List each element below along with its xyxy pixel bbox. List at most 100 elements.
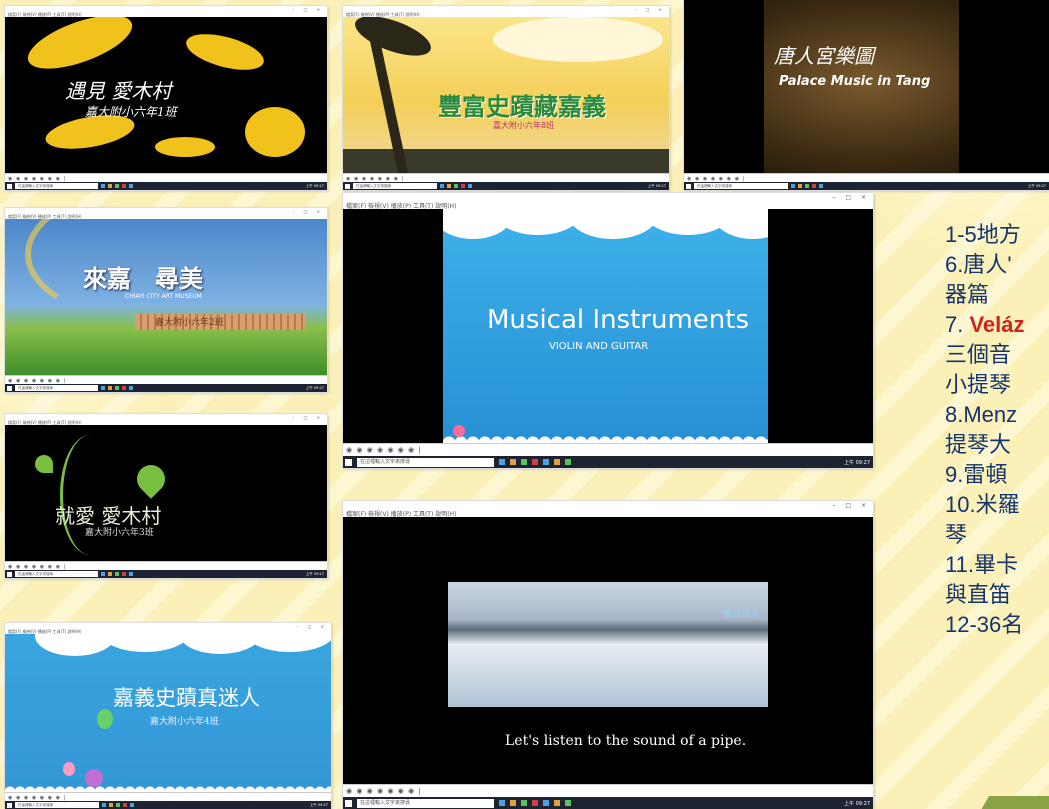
player-controls[interactable]: ◉ ◉ ◉ ◉ ◉ ◉ ◉ | xyxy=(5,561,327,570)
menu-bar[interactable]: 檔案(F) 檢視(V) 播放(P) 工具(T) 說明(H) xyxy=(346,201,456,210)
app-icon[interactable] xyxy=(461,184,466,188)
app-icon[interactable] xyxy=(532,459,539,465)
system-tray: 上午 09:27 xyxy=(844,800,870,807)
windows-start-icon[interactable] xyxy=(7,385,12,391)
app-icon[interactable] xyxy=(798,184,803,188)
taskbar-search[interactable]: 在這裡輸入文字來搜尋 xyxy=(15,802,100,808)
taskbar-search[interactable]: 在這裡輸入文字來搜尋 xyxy=(357,798,495,808)
app-icon[interactable] xyxy=(115,386,120,390)
windows-start-icon[interactable] xyxy=(345,183,350,189)
app-icon[interactable] xyxy=(122,572,127,576)
app-icon[interactable] xyxy=(130,803,135,807)
video-window-8[interactable]: 檔案(F) 檢視(V) 播放(P) 工具(T) 說明(H) – □ × 騰訊視頻… xyxy=(343,501,873,809)
windows-start-icon[interactable] xyxy=(7,183,12,189)
system-tray: 上午 09:27 xyxy=(305,571,324,576)
app-icon[interactable] xyxy=(447,184,452,188)
text-line: 琴 xyxy=(945,522,968,547)
app-icon[interactable] xyxy=(101,572,106,576)
app-icon[interactable] xyxy=(108,386,113,390)
window-controls[interactable]: – □ × xyxy=(292,7,324,12)
app-icon[interactable] xyxy=(554,800,561,806)
app-icon[interactable] xyxy=(510,459,517,465)
app-icon[interactable] xyxy=(554,459,561,465)
app-icon[interactable] xyxy=(102,803,107,807)
window-controls[interactable]: – □ × xyxy=(292,209,324,214)
taskbar-search[interactable]: 在這裡輸入文字來搜尋 xyxy=(15,385,99,391)
app-icon[interactable] xyxy=(543,800,550,806)
app-icon[interactable] xyxy=(791,184,796,188)
app-icon[interactable] xyxy=(521,459,528,465)
video-subtitle: 嘉大附小六年3班 xyxy=(85,528,154,538)
app-icon[interactable] xyxy=(499,800,506,806)
player-controls[interactable]: ◉ ◉ ◉ ◉ ◉ ◉ ◉ | xyxy=(5,173,327,182)
taskbar: 在這裡輸入文字來搜尋 上午 09:27 xyxy=(5,182,327,190)
video-window-3[interactable]: 唐人宮樂圖 Palace Music in Tang ◉ ◉ ◉ ◉ ◉ ◉ ◉… xyxy=(684,0,1049,190)
app-icon[interactable] xyxy=(565,800,572,806)
app-icon[interactable] xyxy=(819,184,824,188)
text-line: 10.米羅 xyxy=(945,492,1020,517)
app-icon[interactable] xyxy=(115,572,120,576)
app-icon[interactable] xyxy=(521,800,528,806)
text-line: 1-5地方 xyxy=(945,222,1021,247)
app-icon[interactable] xyxy=(510,800,517,806)
title-bar: 檔案(F) 檢視(V) 播放(P) 工具(T) 說明(H) – □ × xyxy=(5,6,327,17)
app-icon[interactable] xyxy=(122,184,127,188)
windows-start-icon[interactable] xyxy=(7,571,12,577)
app-icon[interactable] xyxy=(129,184,134,188)
video-window-2[interactable]: 檔案(F) 檢視(V) 播放(P) 工具(T) 說明(H) – □ × 豐富史蹟… xyxy=(343,6,669,190)
app-icon[interactable] xyxy=(129,386,134,390)
windows-start-icon[interactable] xyxy=(686,183,691,189)
taskbar-search[interactable]: 在這裡輸入文字來搜尋 xyxy=(15,571,99,577)
app-icon[interactable] xyxy=(454,184,459,188)
player-controls[interactable]: ◉ ◉ ◉ ◉ ◉ ◉ ◉ | xyxy=(343,443,873,456)
app-icon[interactable] xyxy=(108,572,113,576)
app-icon[interactable] xyxy=(122,386,127,390)
windows-start-icon[interactable] xyxy=(7,802,12,808)
video-window-5[interactable]: 檔案(F) 檢視(V) 播放(P) 工具(T) 說明(H) – □ × 就愛 愛… xyxy=(5,414,327,578)
taskbar-search[interactable]: 在這裡輸入文字來搜尋 xyxy=(357,457,495,467)
app-icon[interactable] xyxy=(499,459,506,465)
window-controls[interactable]: – □ × xyxy=(634,7,666,12)
window-controls[interactable]: – □ × xyxy=(292,415,324,420)
taskbar-search[interactable]: 在這裡輸入文字來搜尋 xyxy=(694,183,789,189)
video-window-7[interactable]: 檔案(F) 檢視(V) 播放(P) 工具(T) 說明(H) – □ × Musi… xyxy=(343,193,873,468)
taskbar-search[interactable]: 在這裡輸入文字來搜尋 xyxy=(353,183,438,189)
decorative-band xyxy=(980,796,1049,809)
app-icon[interactable] xyxy=(532,800,539,806)
taskbar: 在這裡輸入文字來搜尋 上午 09:27 xyxy=(5,801,331,809)
player-controls[interactable]: ◉ ◉ ◉ ◉ ◉ ◉ ◉ | xyxy=(343,784,873,797)
app-icon[interactable] xyxy=(101,386,106,390)
video-title: 來嘉 尋美 xyxy=(83,264,203,293)
app-icon[interactable] xyxy=(108,184,113,188)
app-icon[interactable] xyxy=(440,184,445,188)
app-icon[interactable] xyxy=(543,459,550,465)
video-subtitle: 嘉大附小六年4班 xyxy=(150,717,219,727)
player-controls[interactable]: ◉ ◉ ◉ ◉ ◉ ◉ ◉ | xyxy=(5,792,331,801)
windows-start-icon[interactable] xyxy=(345,458,352,466)
video-caption: Let's listen to the sound of a pipe. xyxy=(505,733,747,749)
app-icon[interactable] xyxy=(129,572,134,576)
app-icon[interactable] xyxy=(116,803,121,807)
app-icon[interactable] xyxy=(109,803,114,807)
player-controls[interactable]: ◉ ◉ ◉ ◉ ◉ ◉ ◉ | xyxy=(5,375,327,384)
taskbar-search[interactable]: 在這裡輸入文字來搜尋 xyxy=(15,183,99,189)
window-controls[interactable]: – □ × xyxy=(832,194,870,201)
app-icon[interactable] xyxy=(115,184,120,188)
app-icon[interactable] xyxy=(468,184,473,188)
app-icon[interactable] xyxy=(805,184,810,188)
player-controls[interactable]: ◉ ◉ ◉ ◉ ◉ ◉ ◉ | xyxy=(343,173,669,182)
video-subtitle: Palace Music in Tang xyxy=(779,74,931,89)
video-title: 嘉義史蹟真迷人 xyxy=(113,686,260,710)
app-icon[interactable] xyxy=(812,184,817,188)
app-icon[interactable] xyxy=(123,803,128,807)
video-window-1[interactable]: 檔案(F) 檢視(V) 播放(P) 工具(T) 說明(H) – □ × 遇見 愛… xyxy=(5,6,327,190)
app-icon[interactable] xyxy=(101,184,106,188)
window-controls[interactable]: – □ × xyxy=(296,624,328,629)
video-frame: 豐富史蹟藏嘉義 嘉大附小六年8班 xyxy=(343,17,669,173)
windows-start-icon[interactable] xyxy=(345,799,352,807)
window-controls[interactable]: – □ × xyxy=(832,502,870,509)
video-window-4[interactable]: 檔案(F) 檢視(V) 播放(P) 工具(T) 說明(H) – □ × 來嘉 尋… xyxy=(5,208,327,392)
player-controls[interactable]: ◉ ◉ ◉ ◉ ◉ ◉ ◉ | xyxy=(684,173,1049,182)
app-icon[interactable] xyxy=(565,459,572,465)
video-window-6[interactable]: 檔案(F) 檢視(V) 播放(P) 工具(T) 說明(H) – □ × 嘉義史蹟… xyxy=(5,623,331,809)
